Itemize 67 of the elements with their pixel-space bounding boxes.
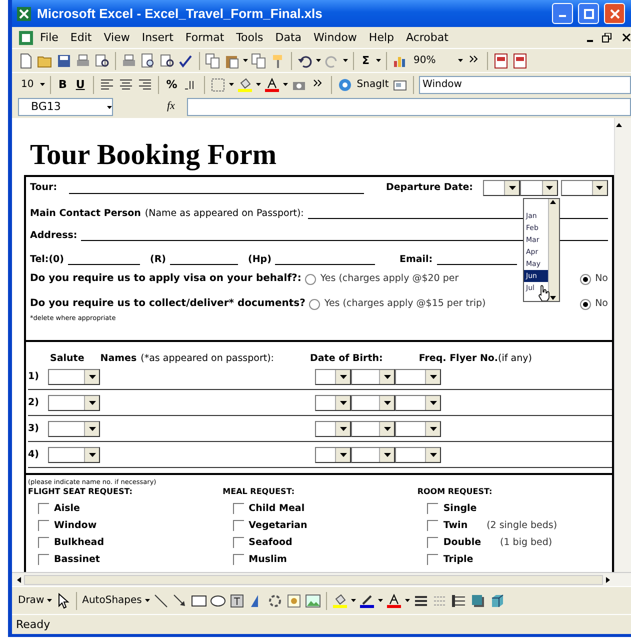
option-label: Bassinet bbox=[54, 554, 100, 565]
menu-item[interactable]: Acrobat bbox=[400, 30, 454, 44]
option-label: Bulkhead bbox=[54, 536, 104, 548]
option-note: (2 single beds) bbox=[486, 520, 558, 531]
option-label: Vegetarian bbox=[248, 520, 308, 531]
field-note: (Name as appeared on Passport): bbox=[144, 208, 304, 219]
row-number: 4) bbox=[28, 448, 40, 460]
option-label: Yes (charges apply @$20 per bbox=[320, 273, 459, 285]
question-text: Do you require us to apply visa on your behalf?: bbox=[30, 273, 302, 285]
draw-button[interactable]: Draw bbox=[18, 594, 44, 606]
option-label: Aisle bbox=[54, 502, 80, 514]
row-number: 1) bbox=[28, 370, 40, 382]
question-text: Do you require us to collect/deliver* documents? bbox=[30, 298, 306, 310]
field-label: Tour: bbox=[30, 182, 57, 194]
underline-button[interactable]: U bbox=[72, 78, 88, 92]
snagit-button[interactable]: SnagIt bbox=[336, 76, 389, 92]
option-label: No bbox=[595, 273, 608, 285]
option-label: Double bbox=[443, 536, 482, 548]
option-note: (1 big bed) bbox=[500, 536, 552, 548]
field-label: (Hp) bbox=[248, 254, 272, 265]
option-label: Child Meal bbox=[248, 502, 305, 514]
menu-item[interactable]: Data bbox=[269, 30, 308, 44]
field-label: Main Contact Person bbox=[30, 208, 141, 219]
font-size-field[interactable]: 10 bbox=[18, 78, 37, 90]
menu-item[interactable]: Format bbox=[179, 30, 230, 44]
field-label: Address: bbox=[30, 230, 78, 241]
menu-item[interactable]: Edit bbox=[64, 30, 98, 44]
window-field[interactable]: Window bbox=[418, 76, 631, 94]
percent-button[interactable]: % bbox=[163, 78, 180, 92]
bold-button[interactable]: B bbox=[55, 78, 70, 92]
status-text: Ready bbox=[12, 614, 631, 634]
option-label: Seafood bbox=[248, 536, 292, 548]
field-label: (R) bbox=[150, 254, 166, 265]
section-heading: FLIGHT SEAT REQUEST: bbox=[28, 486, 134, 498]
field-label: Departure Date: bbox=[386, 182, 473, 194]
field-label: Tel:(0) bbox=[30, 254, 64, 265]
autoshapes-button[interactable]: AutoShapes bbox=[82, 594, 142, 606]
field-label: Email: bbox=[399, 254, 433, 265]
row-number: 2) bbox=[28, 396, 40, 408]
window-title: Microsoft Excel - Excel_Travel_Form_Final.xls bbox=[37, 6, 324, 22]
form-title: Tour Booking Form bbox=[30, 138, 277, 172]
option-label: Twin bbox=[443, 520, 468, 531]
column-header: Freq. Flyer No. bbox=[418, 352, 498, 364]
menu-item[interactable]: Help bbox=[362, 30, 400, 44]
section-heading: ROOM REQUEST: bbox=[417, 486, 494, 498]
zoom-field[interactable]: 90% bbox=[414, 54, 436, 66]
menu-item[interactable]: Insert bbox=[136, 30, 180, 44]
name-box[interactable]: BG13 bbox=[18, 98, 113, 116]
menu-item[interactable]: Tools bbox=[230, 30, 270, 44]
option-label: Yes (charges apply @$15 per trip) bbox=[324, 298, 486, 310]
column-header: Salute bbox=[50, 352, 84, 364]
column-header: Names bbox=[100, 352, 137, 364]
section-heading: MEAL REQUEST: bbox=[222, 486, 296, 498]
function-label[interactable]: fx bbox=[167, 100, 175, 114]
column-header: Date of Birth: bbox=[310, 352, 383, 364]
row-number: 3) bbox=[28, 422, 40, 434]
option-label: Single bbox=[443, 502, 477, 514]
menu-item[interactable]: File bbox=[34, 30, 64, 44]
option-label: Muslim bbox=[248, 554, 287, 565]
menu-item[interactable]: Window bbox=[308, 30, 363, 44]
menu-item[interactable]: View bbox=[98, 30, 136, 44]
option-label: Window bbox=[54, 520, 97, 531]
sum-button[interactable]: Σ bbox=[359, 54, 373, 68]
column-note: (*as appeared on passport): bbox=[140, 352, 274, 364]
option-label: No bbox=[595, 298, 608, 310]
option-label: Triple bbox=[443, 554, 474, 565]
column-note: (if any) bbox=[498, 352, 532, 364]
